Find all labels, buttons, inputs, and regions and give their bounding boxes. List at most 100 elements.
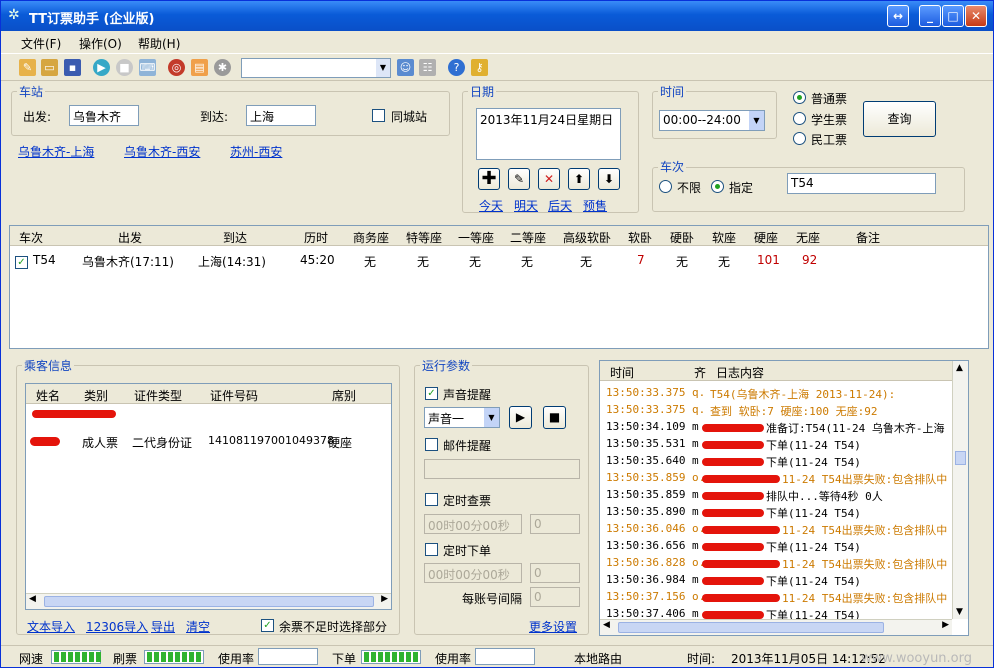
timed-order-checkbox[interactable] xyxy=(425,543,438,556)
col-header[interactable]: 备注 xyxy=(856,229,880,246)
scroll-down-icon[interactable]: ▼ xyxy=(956,607,963,617)
interval-input[interactable]: 0 xyxy=(530,587,580,607)
col-header[interactable]: 出发 xyxy=(118,229,142,246)
scroll-right-icon[interactable]: ▶ xyxy=(942,620,949,630)
log-row[interactable]: 13:50:33.375 q. 查到 软卧:7 硬座:100 无座:92 xyxy=(606,402,952,419)
tomorrow-link[interactable]: 明天 xyxy=(514,197,538,214)
document-icon[interactable]: ▤ xyxy=(191,59,208,76)
timed-query-time-input[interactable]: 00时00分00秒 xyxy=(424,514,522,534)
clear-link[interactable]: 清空 xyxy=(186,618,210,635)
col-header[interactable]: 历时 xyxy=(304,229,328,246)
log-row[interactable]: 13:50:36.828 o. 11-24 T54出票失败:包含排队中 xyxy=(606,555,952,572)
menu-help[interactable]: 帮助(H) xyxy=(138,35,180,52)
maximize-button[interactable]: □ xyxy=(942,5,964,27)
chevron-down-icon[interactable]: ▼ xyxy=(484,408,499,427)
settings-gear-icon[interactable]: ✱ xyxy=(214,59,231,76)
title-bar[interactable]: ✲ TT订票助手 (企业版) ↔ _ □ ✕ xyxy=(1,1,993,31)
scroll-left-icon[interactable]: ◀ xyxy=(29,594,36,604)
recent-route-link[interactable]: 乌鲁木齐-上海 xyxy=(18,143,94,160)
timed-order-num-input[interactable]: 0 xyxy=(530,563,580,583)
log-row[interactable]: 13:50:35.859 m 排队中...等待4秒 0人 xyxy=(606,487,952,504)
col-header[interactable]: 席别 xyxy=(332,387,356,404)
passenger-hscrollbar[interactable]: ◀ ▶ xyxy=(26,593,391,609)
target-icon[interactable]: ◎ xyxy=(168,59,185,76)
close-button[interactable]: ✕ xyxy=(965,5,987,27)
col-header[interactable]: 二等座 xyxy=(510,229,546,246)
partial-checkbox[interactable]: ✓ xyxy=(261,619,274,632)
arrow-up-icon[interactable]: ⬆ xyxy=(568,168,590,190)
col-header[interactable]: 时间 xyxy=(610,364,634,381)
from-input[interactable]: 乌鲁木齐 xyxy=(69,105,139,126)
radio-worker-ticket[interactable] xyxy=(793,132,806,145)
col-header[interactable]: 证件号码 xyxy=(210,387,258,404)
chevron-down-icon[interactable]: ▼ xyxy=(749,111,764,130)
minimize-button[interactable]: _ xyxy=(919,5,941,27)
log-vscrollbar[interactable]: ▲ ▼ xyxy=(952,361,968,619)
presale-link[interactable]: 预售 xyxy=(583,197,607,214)
to-input[interactable]: 上海 xyxy=(246,105,316,126)
switch-button[interactable]: ↔ xyxy=(887,5,909,27)
scroll-thumb[interactable] xyxy=(955,451,966,465)
play-icon[interactable]: ▶ xyxy=(509,406,532,429)
log-row[interactable]: 13:50:35.859 o. 11-24 T54出票失败:包含排队中 xyxy=(606,470,952,487)
help-icon[interactable]: ? xyxy=(448,59,465,76)
recent-route-link[interactable]: 乌鲁木齐-西安 xyxy=(124,143,200,160)
export-link[interactable]: 导出 xyxy=(151,618,175,635)
query-button[interactable]: 查询 xyxy=(863,101,936,137)
col-header[interactable]: 软卧 xyxy=(628,229,652,246)
contacts-icon[interactable]: ☷ xyxy=(419,59,436,76)
scroll-thumb[interactable] xyxy=(618,622,884,633)
mail-checkbox[interactable] xyxy=(425,438,438,451)
stop-sound-icon[interactable]: ■ xyxy=(543,406,566,429)
mail-input[interactable] xyxy=(424,459,580,479)
menu-operate[interactable]: 操作(O) xyxy=(79,35,122,52)
scroll-thumb[interactable] xyxy=(44,596,374,607)
row-checkbox[interactable]: ✓ xyxy=(15,256,28,269)
log-row[interactable]: 13:50:37.156 o. 11-24 T54出票失败:包含排队中 xyxy=(606,589,952,606)
sound-select[interactable]: 声音一 ▼ xyxy=(424,407,500,428)
log-row[interactable]: 13:50:33.375 q. T54(乌鲁木齐-上海 2013-11-24): xyxy=(606,385,952,402)
col-header[interactable]: 无座 xyxy=(796,229,820,246)
log-row[interactable]: 13:50:36.984 m 下单(11-24 T54) xyxy=(606,572,952,589)
sound-checkbox[interactable]: ✓ xyxy=(425,387,438,400)
table-row[interactable]: ✓ T54 乌鲁木齐(17:11) 上海(14:31) 45:20 无 无 无 … xyxy=(10,250,988,270)
scroll-up-icon[interactable]: ▲ xyxy=(956,363,963,373)
user-icon[interactable]: ☺ xyxy=(397,59,414,76)
log-row[interactable]: 13:50:36.046 o. 11-24 T54出票失败:包含排队中 xyxy=(606,521,952,538)
edit-date-icon[interactable]: ✎ xyxy=(508,168,530,190)
col-header[interactable]: 类别 xyxy=(84,387,108,404)
log-row[interactable]: 13:50:34.109 m 准备订:T54(11-24 乌鲁木齐-上海 xyxy=(606,419,952,436)
radio-train-any[interactable] xyxy=(659,180,672,193)
log-row[interactable]: 13:50:35.531 m 下单(11-24 T54) xyxy=(606,436,952,453)
text-import-link[interactable]: 文本导入 xyxy=(27,618,75,635)
add-icon[interactable]: ✚ xyxy=(478,168,500,190)
col-header[interactable]: 特等座 xyxy=(406,229,442,246)
col-header[interactable]: 商务座 xyxy=(353,229,389,246)
timed-order-time-input[interactable]: 00时00分00秒 xyxy=(424,563,522,583)
log-hscrollbar[interactable]: ◀ ▶ xyxy=(600,619,952,635)
keyboard-icon[interactable]: ⌨ xyxy=(139,59,156,76)
scroll-right-icon[interactable]: ▶ xyxy=(381,594,388,604)
today-link[interactable]: 今天 xyxy=(479,197,503,214)
col-header[interactable]: 高级软卧 xyxy=(563,229,611,246)
col-header[interactable]: 车次 xyxy=(19,229,43,246)
toolbar-combo[interactable]: ▼ xyxy=(241,58,391,78)
col-header[interactable]: 硬卧 xyxy=(670,229,694,246)
import-12306-link[interactable]: 12306导入 xyxy=(86,618,148,635)
chevron-down-icon[interactable]: ▼ xyxy=(376,59,390,77)
radio-student-ticket[interactable] xyxy=(793,112,806,125)
col-header[interactable]: 一等座 xyxy=(458,229,494,246)
col-header[interactable]: 日志内容 xyxy=(716,364,764,381)
train-input[interactable]: T54 xyxy=(787,173,936,194)
time-select[interactable]: 00:00--24:00 ▼ xyxy=(659,110,765,131)
scroll-left-icon[interactable]: ◀ xyxy=(603,620,610,630)
col-header[interactable]: 证件类型 xyxy=(134,387,182,404)
more-settings-link[interactable]: 更多设置 xyxy=(529,618,577,635)
log-row[interactable]: 13:50:35.890 m 下单(11-24 T54) xyxy=(606,504,952,521)
open-folder-icon[interactable]: ▭ xyxy=(41,59,58,76)
col-header[interactable]: 硬座 xyxy=(754,229,778,246)
recent-route-link[interactable]: 苏州-西安 xyxy=(230,143,282,160)
day-after-link[interactable]: 后天 xyxy=(548,197,572,214)
timed-query-checkbox[interactable] xyxy=(425,493,438,506)
timed-query-num-input[interactable]: 0 xyxy=(530,514,580,534)
